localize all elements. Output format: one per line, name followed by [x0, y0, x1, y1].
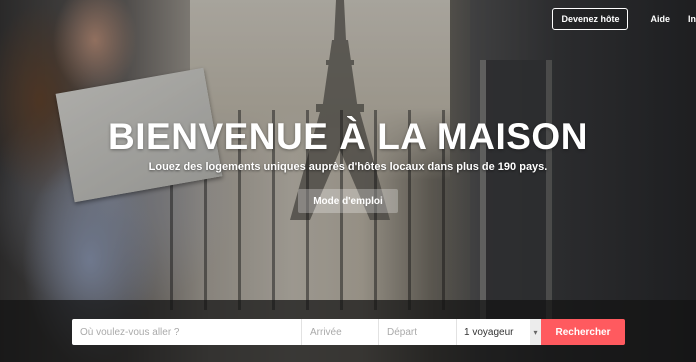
search-button[interactable]: Rechercher: [541, 319, 625, 345]
guests-select[interactable]: 1 voyageur ▾: [457, 319, 541, 345]
top-nav: Devenez hôte Aide In: [552, 8, 696, 30]
login-link[interactable]: In: [688, 14, 696, 24]
help-link[interactable]: Aide: [650, 14, 670, 24]
guests-value: 1 voyageur: [464, 326, 514, 338]
become-host-button[interactable]: Devenez hôte: [552, 8, 629, 30]
how-it-works-button[interactable]: Mode d'emploi: [298, 189, 398, 213]
checkout-input[interactable]: Départ: [379, 319, 457, 345]
hero-subtitle: Louez des logements uniques auprès d'hôt…: [148, 161, 548, 173]
hero-title: BIENVENUE À LA MAISON: [108, 116, 588, 157]
chevron-down-icon[interactable]: ▾: [530, 319, 541, 345]
destination-input[interactable]: Où voulez-vous aller ?: [72, 319, 302, 345]
checkin-input[interactable]: Arrivée: [302, 319, 379, 345]
